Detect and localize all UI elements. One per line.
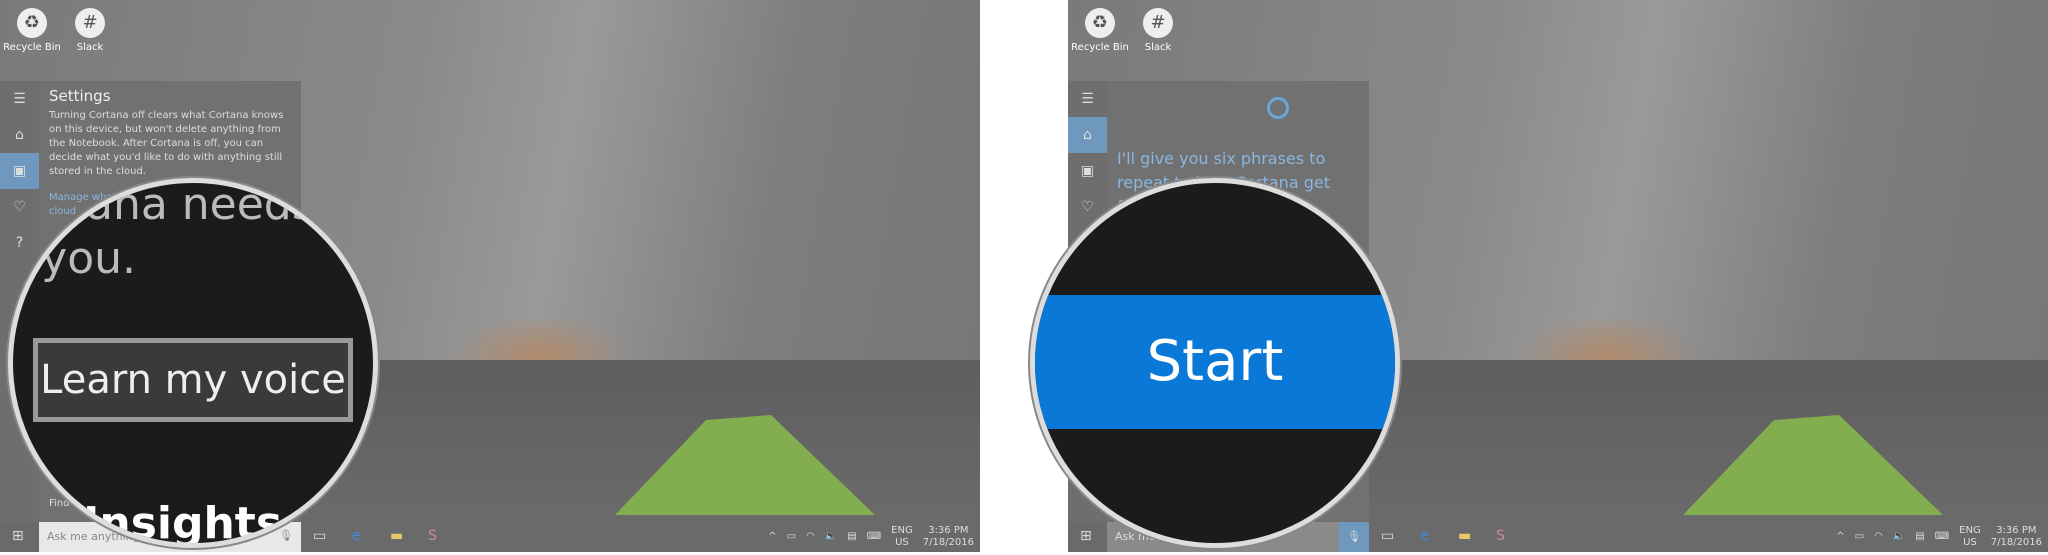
file-explorer-icon[interactable]: ▬ bbox=[390, 528, 403, 544]
slack-desktop-icon[interactable]: # Slack bbox=[1128, 8, 1188, 53]
magnified-text: to you. bbox=[13, 233, 136, 284]
pane-title: Settings bbox=[49, 87, 111, 105]
clock[interactable]: 3:36 PM 7/18/2016 bbox=[1991, 525, 2042, 549]
wifi-icon[interactable]: ◠ bbox=[806, 531, 815, 543]
magnified-text: Cortana needs to bbox=[8, 179, 373, 230]
icon-label: Slack bbox=[76, 42, 104, 53]
slack-desktop-icon[interactable]: # Slack bbox=[60, 8, 120, 53]
action-center-icon[interactable]: ▤ bbox=[1915, 531, 1924, 543]
edge-icon[interactable]: e bbox=[1420, 528, 1429, 544]
slack-taskbar-icon[interactable]: S bbox=[428, 528, 437, 544]
keyboard-icon[interactable]: ⌨ bbox=[1935, 531, 1949, 543]
icon-label: Recycle Bin bbox=[3, 42, 61, 53]
cortana-ring-icon bbox=[1267, 97, 1289, 119]
hamburger-icon[interactable]: ☰ bbox=[0, 81, 39, 117]
wifi-icon[interactable]: ◠ bbox=[1874, 531, 1883, 543]
windows-start-icon[interactable]: ⊞ bbox=[12, 528, 24, 544]
language-indicator[interactable]: ENG US bbox=[1959, 525, 1981, 549]
language-indicator[interactable]: ENG US bbox=[891, 525, 913, 549]
chevron-up-icon[interactable]: ^ bbox=[768, 531, 776, 543]
recycle-bin-icon: ♻ bbox=[17, 8, 47, 38]
clock[interactable]: 3:36 PM 7/18/2016 bbox=[923, 525, 974, 549]
start-button[interactable]: Start bbox=[1035, 295, 1395, 429]
icon-label: Slack bbox=[1144, 42, 1172, 53]
learn-my-voice-button[interactable]: Learn my voice bbox=[33, 338, 353, 422]
system-tray: ^ ▭ ◠ 🔈 ▤ ⌨ ENG US 3:36 PM 7/18/2016 bbox=[1836, 525, 2042, 549]
keyboard-icon[interactable]: ⌨ bbox=[867, 531, 881, 543]
volume-icon[interactable]: 🔈 bbox=[1893, 531, 1905, 543]
task-view-icon[interactable]: ▭ bbox=[1381, 528, 1394, 544]
battery-icon[interactable]: ▭ bbox=[1855, 531, 1864, 543]
windows-start-icon[interactable]: ⊞ bbox=[1080, 528, 1092, 544]
battery-icon[interactable]: ▭ bbox=[787, 531, 796, 543]
find-label: Find bbox=[49, 498, 70, 509]
recycle-bin-desktop-icon[interactable]: ♻ Recycle Bin bbox=[2, 8, 62, 53]
pane-text: Turning Cortana off clears what Cortana … bbox=[49, 110, 284, 177]
magnified-text: Insights and m bbox=[83, 498, 373, 548]
action-center-icon[interactable]: ▤ bbox=[847, 531, 856, 543]
recycle-bin-desktop-icon[interactable]: ♻ Recycle Bin bbox=[1070, 8, 1130, 53]
home-icon[interactable]: ⌂ bbox=[0, 117, 39, 153]
system-tray: ^ ▭ ◠ 🔈 ▤ ⌨ ENG US 3:36 PM 7/18/2016 bbox=[768, 525, 974, 549]
magnifier-right: Start bbox=[1030, 178, 1400, 548]
slack-icon: # bbox=[75, 8, 105, 38]
chevron-up-icon[interactable]: ^ bbox=[1836, 531, 1844, 543]
magnifier-left: Cortana needs to to you. Learn my voice … bbox=[8, 178, 378, 548]
microphone-icon[interactable]: 🎙 bbox=[1339, 522, 1369, 552]
recycle-bin-icon: ♻ bbox=[1085, 8, 1115, 38]
hamburger-icon[interactable]: ☰ bbox=[1068, 81, 1107, 117]
icon-label: Recycle Bin bbox=[1071, 42, 1129, 53]
slack-icon: # bbox=[1143, 8, 1173, 38]
home-icon[interactable]: ⌂ bbox=[1068, 117, 1107, 153]
slack-taskbar-icon[interactable]: S bbox=[1496, 528, 1505, 544]
notebook-icon[interactable]: ▣ bbox=[1068, 153, 1107, 189]
file-explorer-icon[interactable]: ▬ bbox=[1458, 528, 1471, 544]
volume-icon[interactable]: 🔈 bbox=[825, 531, 837, 543]
